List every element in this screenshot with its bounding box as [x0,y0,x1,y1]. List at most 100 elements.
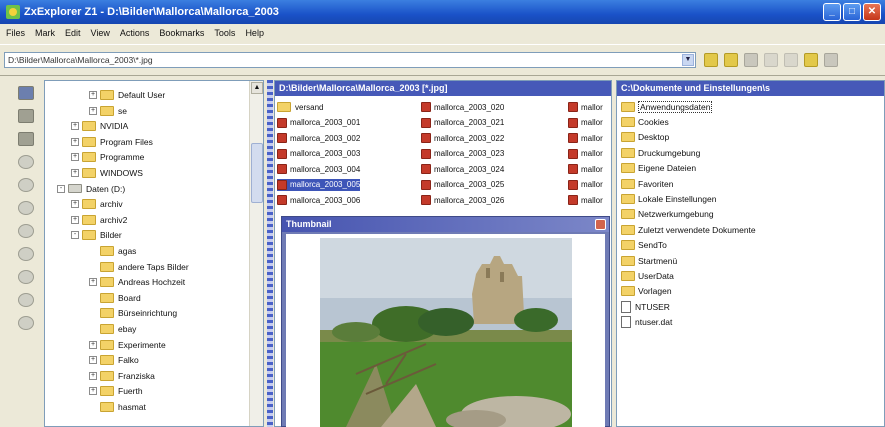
right-list-item[interactable]: Cookies [621,114,669,129]
right-list-item[interactable]: UserData [621,268,674,283]
tree-item[interactable]: + se [89,104,127,118]
tree-item[interactable]: + Franziska [89,369,155,383]
forward-arrow-icon[interactable] [784,53,798,67]
removable-drive-icon[interactable] [18,316,34,330]
right-list-item[interactable]: Vorlagen [621,284,672,299]
menu-actions[interactable]: Actions [120,28,150,38]
dvd-drive-icon[interactable] [18,293,34,307]
expander-icon[interactable]: + [71,153,79,162]
network-icon[interactable] [18,109,34,123]
copy-folder-icon[interactable] [804,53,818,67]
scroll-up-icon[interactable]: ▲ [251,82,263,94]
folder-tree[interactable]: + Default User + se + NVIDIA + Program Files + Pr… [44,80,264,427]
tree-item[interactable]: + archiv [71,197,123,211]
expander-icon[interactable]: + [89,371,97,380]
path-input[interactable]: D:\Bilder\Mallorca\Mallorca_2003\*.jpg ▼ [4,52,696,68]
right-list-item[interactable]: SendTo [621,238,667,253]
file-item[interactable]: mallor [568,148,603,160]
computer-icon[interactable] [18,86,34,100]
drive-f-icon[interactable] [18,224,34,238]
floppy-icon[interactable] [18,132,34,146]
thumbnail-close-icon[interactable] [595,219,606,230]
right-list-item[interactable]: Anwendungsdaten [621,99,713,114]
tree-item[interactable]: agas [89,244,136,258]
tree-item[interactable]: + Programme [71,150,144,164]
expander-icon[interactable]: + [71,215,79,224]
tree-item[interactable]: + Andreas Hochzeit [89,275,185,289]
tree-item[interactable]: + archiv2 [71,213,127,227]
tree-item[interactable]: + Falko [89,353,139,367]
folder-up-icon[interactable] [704,53,718,67]
file-item[interactable]: versand [277,101,323,113]
pane-splitter[interactable] [267,80,273,427]
tree-item[interactable]: Bürseinrichtung [89,306,177,320]
title-bar[interactable]: ZxExplorer Z1 - D:\Bilder\Mallorca\Mallo… [0,0,885,24]
menu-view[interactable]: View [91,28,110,38]
file-item[interactable]: mallorca_2003_020 [421,101,504,113]
expander-icon[interactable]: - [71,231,79,240]
expander-icon[interactable]: - [57,184,65,193]
menu-files[interactable]: Files [6,28,25,38]
folder-new-icon[interactable] [724,53,738,67]
tree-item[interactable]: + NVIDIA [71,119,128,133]
right-list-item[interactable]: NTUSER [621,299,670,314]
file-item[interactable]: mallorca_2003_005 [277,178,361,191]
file-item[interactable]: mallorca_2003_001 [277,117,360,129]
file-item[interactable]: mallorca_2003_026 [421,194,504,206]
right-list-item[interactable]: Zuletzt verwendete Dokumente [621,222,756,237]
tree-item[interactable]: + WINDOWS [71,166,143,180]
drive-c-icon[interactable] [18,155,34,169]
expander-icon[interactable]: + [89,91,97,99]
tree-item[interactable]: + Default User [89,88,165,102]
expander-icon[interactable]: + [89,278,97,287]
right-list-item[interactable]: Netzwerkumgebung [621,207,714,222]
expander-icon[interactable]: + [89,106,97,115]
right-list-item[interactable]: Startmenü [621,253,677,268]
tree-item[interactable]: - Daten (D:) [57,182,125,196]
tree-item[interactable]: + Experimente [89,338,166,352]
tree-item[interactable]: hasmat [89,400,146,414]
file-item[interactable]: mallorca_2003_003 [277,148,360,160]
expander-icon[interactable]: + [89,340,97,349]
expander-icon[interactable]: + [89,356,97,365]
tree-item[interactable]: + Fuerth [89,384,143,398]
right-file-pane[interactable]: C:\Dokumente und Einstellungen\s Anwendu… [616,80,885,427]
tree-item[interactable]: Board [89,291,141,305]
file-item[interactable]: mallor [568,101,603,113]
right-list-item[interactable]: Desktop [621,130,669,145]
expander-icon[interactable]: + [71,200,79,209]
minimize-button[interactable]: _ [823,3,841,21]
close-button[interactable]: ✕ [863,3,881,21]
drive-g-icon[interactable] [18,247,34,261]
tree-scrollbar[interactable]: ▲ [249,81,263,426]
file-item[interactable]: mallorca_2003_002 [277,132,360,144]
right-list-item[interactable]: Favoriten [621,176,673,191]
menu-tools[interactable]: Tools [214,28,235,38]
file-item[interactable]: mallorca_2003_022 [421,132,504,144]
tree-item[interactable]: andere Taps Bilder [89,260,189,274]
cd-drive-icon[interactable] [18,270,34,284]
right-list-item[interactable]: ntuser.dat [621,315,672,330]
right-list-item[interactable]: Eigene Dateien [621,161,696,176]
drive-d-icon[interactable] [18,178,34,192]
file-item[interactable]: mallor [568,132,603,144]
right-list-item[interactable]: Druckumgebung [621,145,700,160]
file-item[interactable]: mallorca_2003_021 [421,117,504,129]
file-item[interactable]: mallorca_2003_004 [277,163,360,175]
thumbnail-window[interactable]: Thumbnail [281,216,610,427]
tree-item[interactable]: ebay [89,322,136,336]
file-item[interactable]: mallorca_2003_024 [421,163,504,175]
scrollbar-thumb[interactable] [251,143,263,203]
tree-view-icon[interactable] [744,53,758,67]
menu-bookmarks[interactable]: Bookmarks [159,28,204,38]
file-item[interactable]: mallorca_2003_006 [277,194,360,206]
expander-icon[interactable]: + [89,387,97,396]
panel-layout-icon[interactable] [824,53,838,67]
right-list-item[interactable]: Lokale Einstellungen [621,191,716,206]
file-item[interactable]: mallor [568,194,603,206]
expander-icon[interactable]: + [71,169,79,177]
chevron-down-icon[interactable]: ▼ [682,54,694,66]
expander-icon[interactable]: + [71,122,79,131]
maximize-button[interactable]: □ [843,3,861,21]
menu-help[interactable]: Help [245,28,264,38]
